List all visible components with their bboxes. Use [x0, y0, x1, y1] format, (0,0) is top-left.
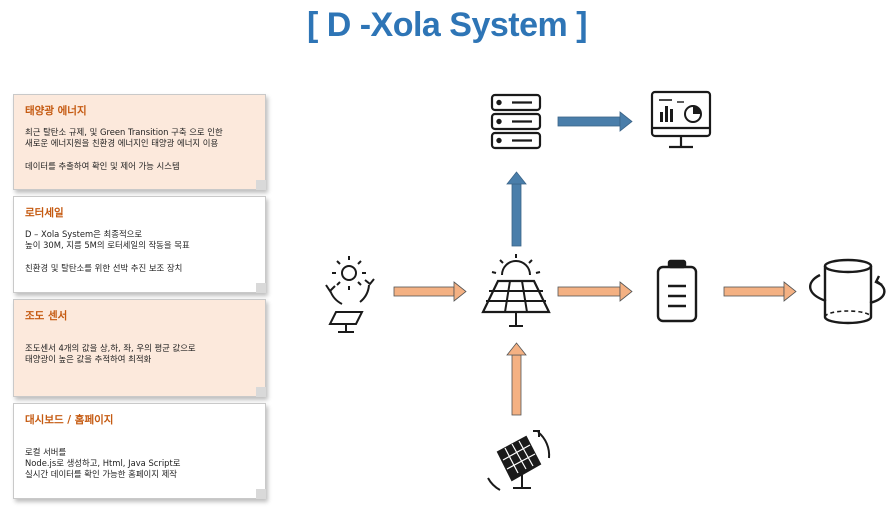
arrow-rotating-panel-to-panel — [506, 342, 527, 416]
flow-diagram — [325, 90, 886, 491]
arrow-server-to-dashboard — [557, 111, 633, 132]
dashboard-monitor-icon — [650, 90, 712, 149]
server-icon — [490, 93, 542, 150]
rotor-sail-icon — [809, 258, 886, 325]
arrow-sun-to-panel — [393, 281, 467, 302]
sun-tracking-icon — [325, 256, 375, 333]
solar-panel-icon — [481, 254, 551, 327]
arrow-panel-to-battery — [557, 281, 633, 302]
rotating-solar-panel-icon — [487, 430, 551, 491]
arrow-panel-to-server — [506, 171, 527, 247]
battery-icon — [656, 259, 698, 323]
arrow-battery-to-rotor — [723, 281, 797, 302]
